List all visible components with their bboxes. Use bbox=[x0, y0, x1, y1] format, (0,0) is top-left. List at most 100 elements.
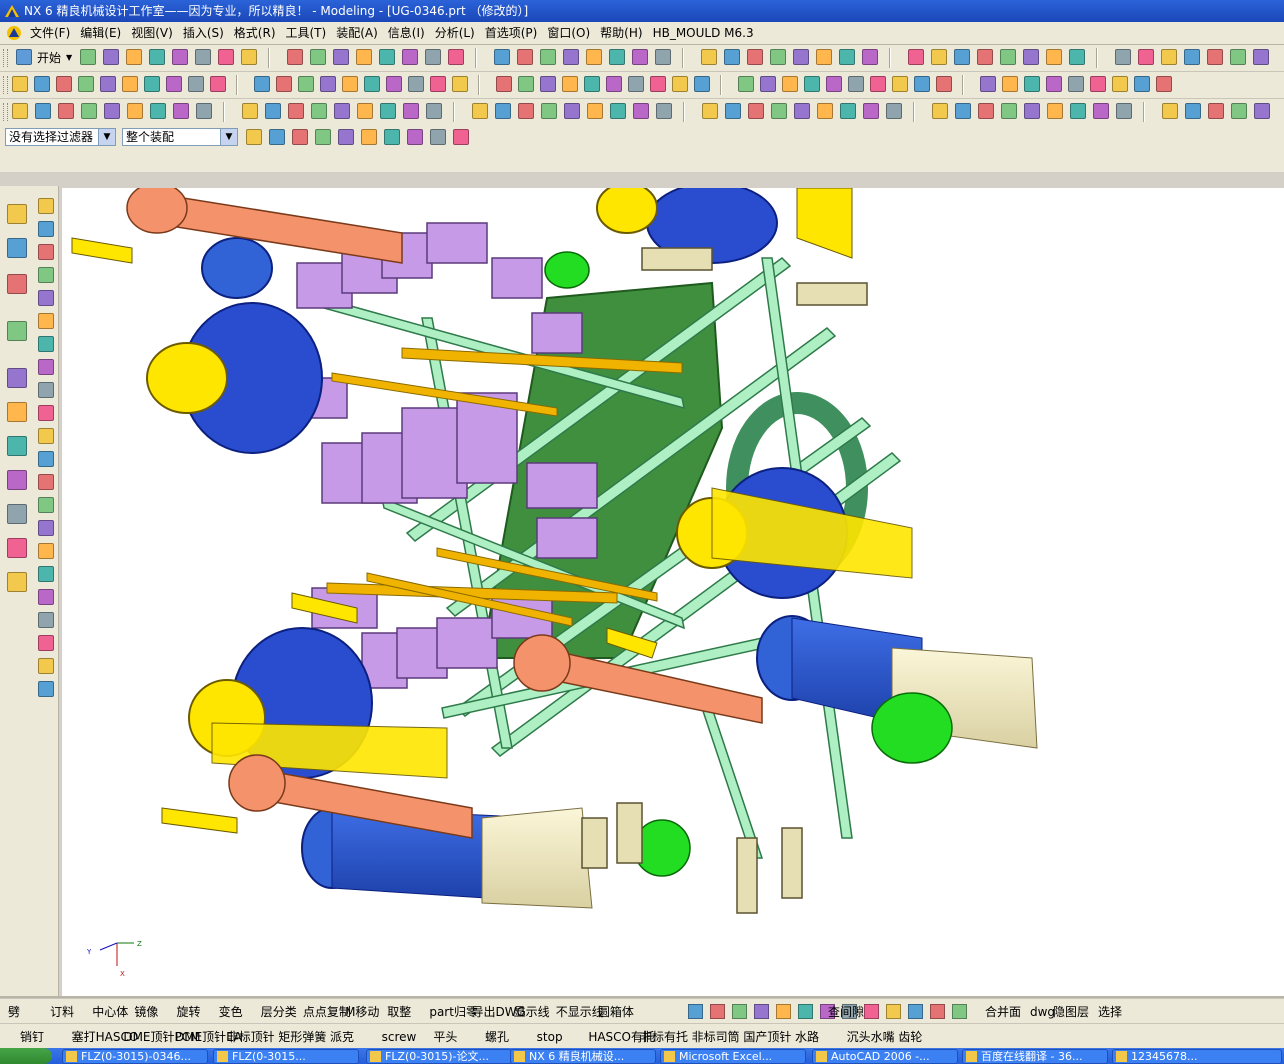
resource-tab-icon[interactable] bbox=[7, 436, 27, 456]
tool-icon[interactable] bbox=[771, 103, 787, 119]
tool-icon[interactable] bbox=[517, 49, 533, 65]
custom-tool-button[interactable]: 水路 bbox=[795, 1028, 819, 1046]
custom-tool-button[interactable]: 旋转 bbox=[177, 1003, 201, 1021]
tool-icon[interactable] bbox=[210, 76, 226, 92]
tool-icon[interactable] bbox=[804, 76, 820, 92]
tool-icon[interactable] bbox=[955, 103, 971, 119]
tool-icon[interactable] bbox=[1134, 76, 1150, 92]
vertical-tool-icon[interactable] bbox=[38, 635, 54, 651]
tool-icon[interactable] bbox=[384, 129, 400, 145]
tool-icon[interactable] bbox=[540, 49, 556, 65]
display-tool-icon[interactable] bbox=[776, 1004, 791, 1019]
tool-icon[interactable] bbox=[724, 49, 740, 65]
tool-icon[interactable] bbox=[650, 76, 666, 92]
tool-icon[interactable] bbox=[977, 49, 993, 65]
taskbar-item[interactable]: FLZ(0-3015... bbox=[213, 1049, 359, 1064]
graphics-viewport[interactable]: X Y Z bbox=[62, 188, 1284, 996]
tool-icon[interactable] bbox=[1161, 49, 1177, 65]
custom-tool-button[interactable]: 不显示线 bbox=[556, 1003, 604, 1021]
tool-icon[interactable] bbox=[1070, 103, 1086, 119]
vertical-tool-icon[interactable] bbox=[38, 428, 54, 444]
tool-icon[interactable] bbox=[748, 103, 764, 119]
custom-tool-button[interactable]: 显示线 bbox=[514, 1003, 550, 1021]
tool-icon[interactable] bbox=[58, 103, 74, 119]
chevron-down-icon[interactable]: ▼ bbox=[98, 129, 115, 145]
tool-icon[interactable] bbox=[702, 103, 718, 119]
tool-icon[interactable] bbox=[342, 76, 358, 92]
toolbar-grip[interactable] bbox=[3, 49, 8, 67]
vertical-tool-icon[interactable] bbox=[38, 474, 54, 490]
tool-icon[interactable] bbox=[1000, 49, 1016, 65]
tool-icon[interactable] bbox=[633, 103, 649, 119]
custom-tool-button[interactable]: 订料 bbox=[50, 1003, 74, 1021]
menu-item[interactable]: 插入(S) bbox=[181, 22, 232, 44]
tool-icon[interactable] bbox=[254, 76, 270, 92]
tool-icon[interactable] bbox=[104, 103, 120, 119]
tool-icon[interactable] bbox=[356, 49, 372, 65]
tool-icon[interactable] bbox=[276, 76, 292, 92]
taskbar-item[interactable]: FLZ(0-3015)-论文... bbox=[366, 1049, 512, 1064]
tool-icon[interactable] bbox=[1090, 76, 1106, 92]
toolbar-grip[interactable] bbox=[3, 103, 8, 121]
display-tool-icon[interactable] bbox=[952, 1004, 967, 1019]
custom-tool-button[interactable]: 取整 bbox=[387, 1003, 411, 1021]
custom-tool-button[interactable]: 非标顶针 bbox=[227, 1028, 275, 1046]
tool-icon[interactable] bbox=[242, 103, 258, 119]
tool-icon[interactable] bbox=[315, 129, 331, 145]
vertical-tool-icon[interactable] bbox=[38, 612, 54, 628]
tool-icon[interactable] bbox=[361, 129, 377, 145]
custom-tool-button[interactable]: 点点复制 bbox=[303, 1003, 351, 1021]
tool-icon[interactable] bbox=[1156, 76, 1172, 92]
tool-icon[interactable] bbox=[195, 49, 211, 65]
vertical-tool-icon[interactable] bbox=[38, 658, 54, 674]
tool-icon[interactable] bbox=[609, 49, 625, 65]
tool-icon[interactable] bbox=[586, 49, 602, 65]
vertical-tool-icon[interactable] bbox=[38, 382, 54, 398]
resource-tab-icon[interactable] bbox=[7, 321, 27, 341]
custom-tool-button[interactable]: 变色 bbox=[219, 1003, 243, 1021]
tool-icon[interactable] bbox=[1112, 76, 1128, 92]
tool-icon[interactable] bbox=[173, 103, 189, 119]
custom-tool-button[interactable]: 隐图层 bbox=[1053, 1003, 1089, 1021]
tool-icon[interactable] bbox=[403, 103, 419, 119]
tool-icon[interactable] bbox=[826, 76, 842, 92]
start-menu-button[interactable]: 开始 bbox=[37, 49, 61, 67]
tool-icon[interactable] bbox=[628, 76, 644, 92]
selection-scope-dropdown[interactable]: 整个装配 ▼ bbox=[122, 128, 238, 146]
tool-icon[interactable] bbox=[379, 49, 395, 65]
tool-icon[interactable] bbox=[1230, 49, 1246, 65]
tool-icon[interactable] bbox=[1047, 103, 1063, 119]
toolbar-grip[interactable] bbox=[3, 76, 8, 94]
taskbar-item[interactable]: FLZ(0-3015)-0346... bbox=[62, 1049, 208, 1064]
tool-icon[interactable] bbox=[1046, 49, 1062, 65]
menu-item[interactable]: 文件(F) bbox=[28, 22, 78, 44]
tool-icon[interactable] bbox=[496, 76, 512, 92]
tool-icon[interactable] bbox=[408, 76, 424, 92]
display-tool-icon[interactable] bbox=[798, 1004, 813, 1019]
tool-icon[interactable] bbox=[1046, 76, 1062, 92]
custom-tool-button[interactable]: stop bbox=[537, 1028, 563, 1046]
tool-icon[interactable] bbox=[701, 49, 717, 65]
tool-icon[interactable] bbox=[452, 76, 468, 92]
tool-icon[interactable] bbox=[1115, 49, 1131, 65]
vertical-tool-icon[interactable] bbox=[38, 520, 54, 536]
tool-icon[interactable] bbox=[747, 49, 763, 65]
custom-tool-button[interactable]: 非标司筒 bbox=[692, 1028, 740, 1046]
tool-icon[interactable] bbox=[793, 49, 809, 65]
chevron-down-icon[interactable]: ▼ bbox=[220, 129, 237, 145]
tool-icon[interactable] bbox=[1023, 49, 1039, 65]
tool-icon[interactable] bbox=[196, 103, 212, 119]
tool-icon[interactable] bbox=[407, 129, 423, 145]
resource-tab-icon[interactable] bbox=[7, 402, 27, 422]
vertical-tool-icon[interactable] bbox=[38, 566, 54, 582]
custom-tool-button[interactable]: 非标有托 bbox=[640, 1028, 688, 1046]
vertical-tool-icon[interactable] bbox=[38, 359, 54, 375]
vertical-tool-icon[interactable] bbox=[38, 497, 54, 513]
tool-icon[interactable] bbox=[694, 76, 710, 92]
tool-icon[interactable] bbox=[932, 103, 948, 119]
tool-icon[interactable] bbox=[978, 103, 994, 119]
custom-tool-button[interactable]: 派克 bbox=[330, 1028, 354, 1046]
tool-icon[interactable] bbox=[840, 103, 856, 119]
vertical-tool-icon[interactable] bbox=[38, 221, 54, 237]
tool-icon[interactable] bbox=[606, 76, 622, 92]
